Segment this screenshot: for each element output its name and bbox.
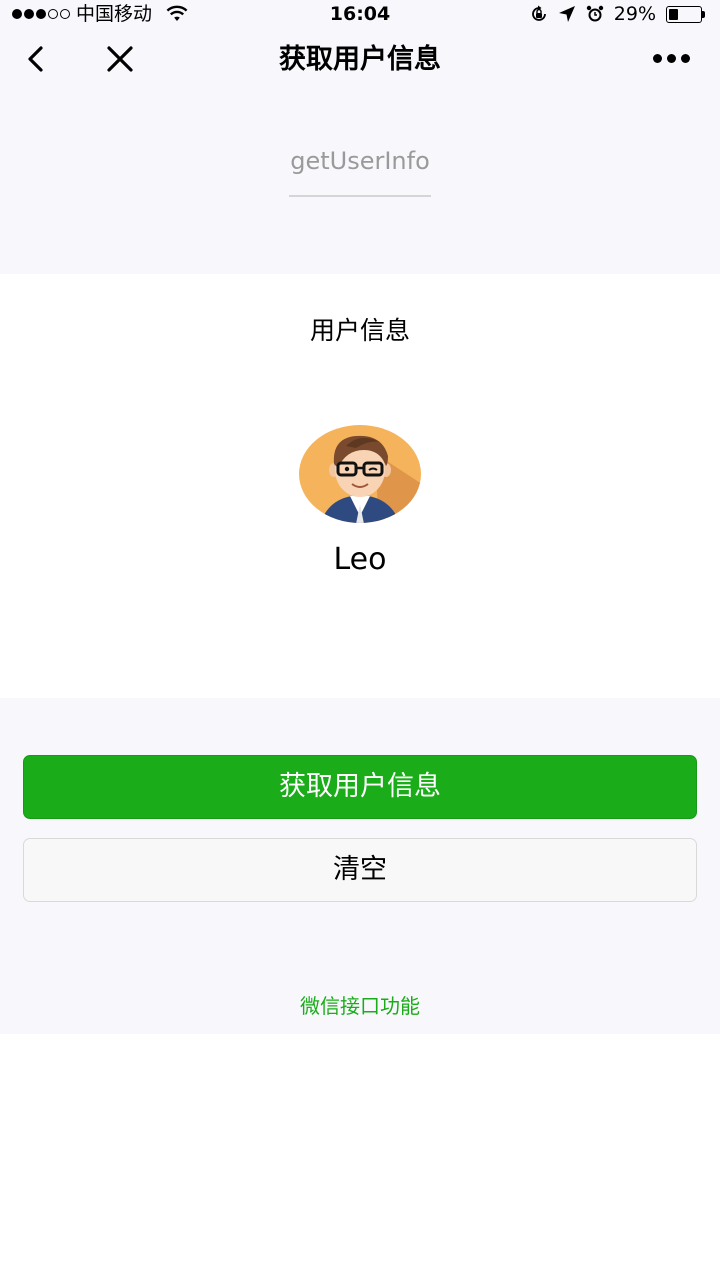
user-info-title: 用户信息 — [309, 316, 410, 345]
user-nickname: Leo — [333, 542, 387, 577]
location-arrow-icon — [558, 6, 575, 22]
alarm-icon — [586, 5, 603, 22]
status-right: 29% — [530, 3, 706, 25]
avatar — [299, 425, 421, 523]
battery-icon — [666, 5, 706, 23]
nav-bar: 获取用户信息 — [0, 30, 720, 90]
wechat-api-link[interactable]: 微信接口功能 — [0, 994, 720, 1018]
nav-title: 获取用户信息 — [279, 44, 441, 75]
rotation-lock-icon — [531, 5, 546, 21]
button-area: 获取用户信息 清空 微信接口功能 — [0, 698, 720, 1034]
battery-percent: 29% — [613, 3, 656, 25]
page: 中国移动 16:04 29% 获取用户信息 getUserInfo 用户信息 L… — [0, 0, 720, 1280]
user-info-card: 用户信息 Leo — [0, 274, 720, 698]
api-name: getUserInfo — [290, 147, 430, 175]
more-icon[interactable] — [653, 54, 690, 63]
clear-button[interactable]: 清空 — [23, 838, 697, 902]
header-underline — [289, 195, 431, 197]
get-user-info-button[interactable]: 获取用户信息 — [23, 755, 697, 819]
status-bar: 中国移动 16:04 29% — [0, 0, 720, 30]
page-header: getUserInfo — [0, 90, 720, 274]
